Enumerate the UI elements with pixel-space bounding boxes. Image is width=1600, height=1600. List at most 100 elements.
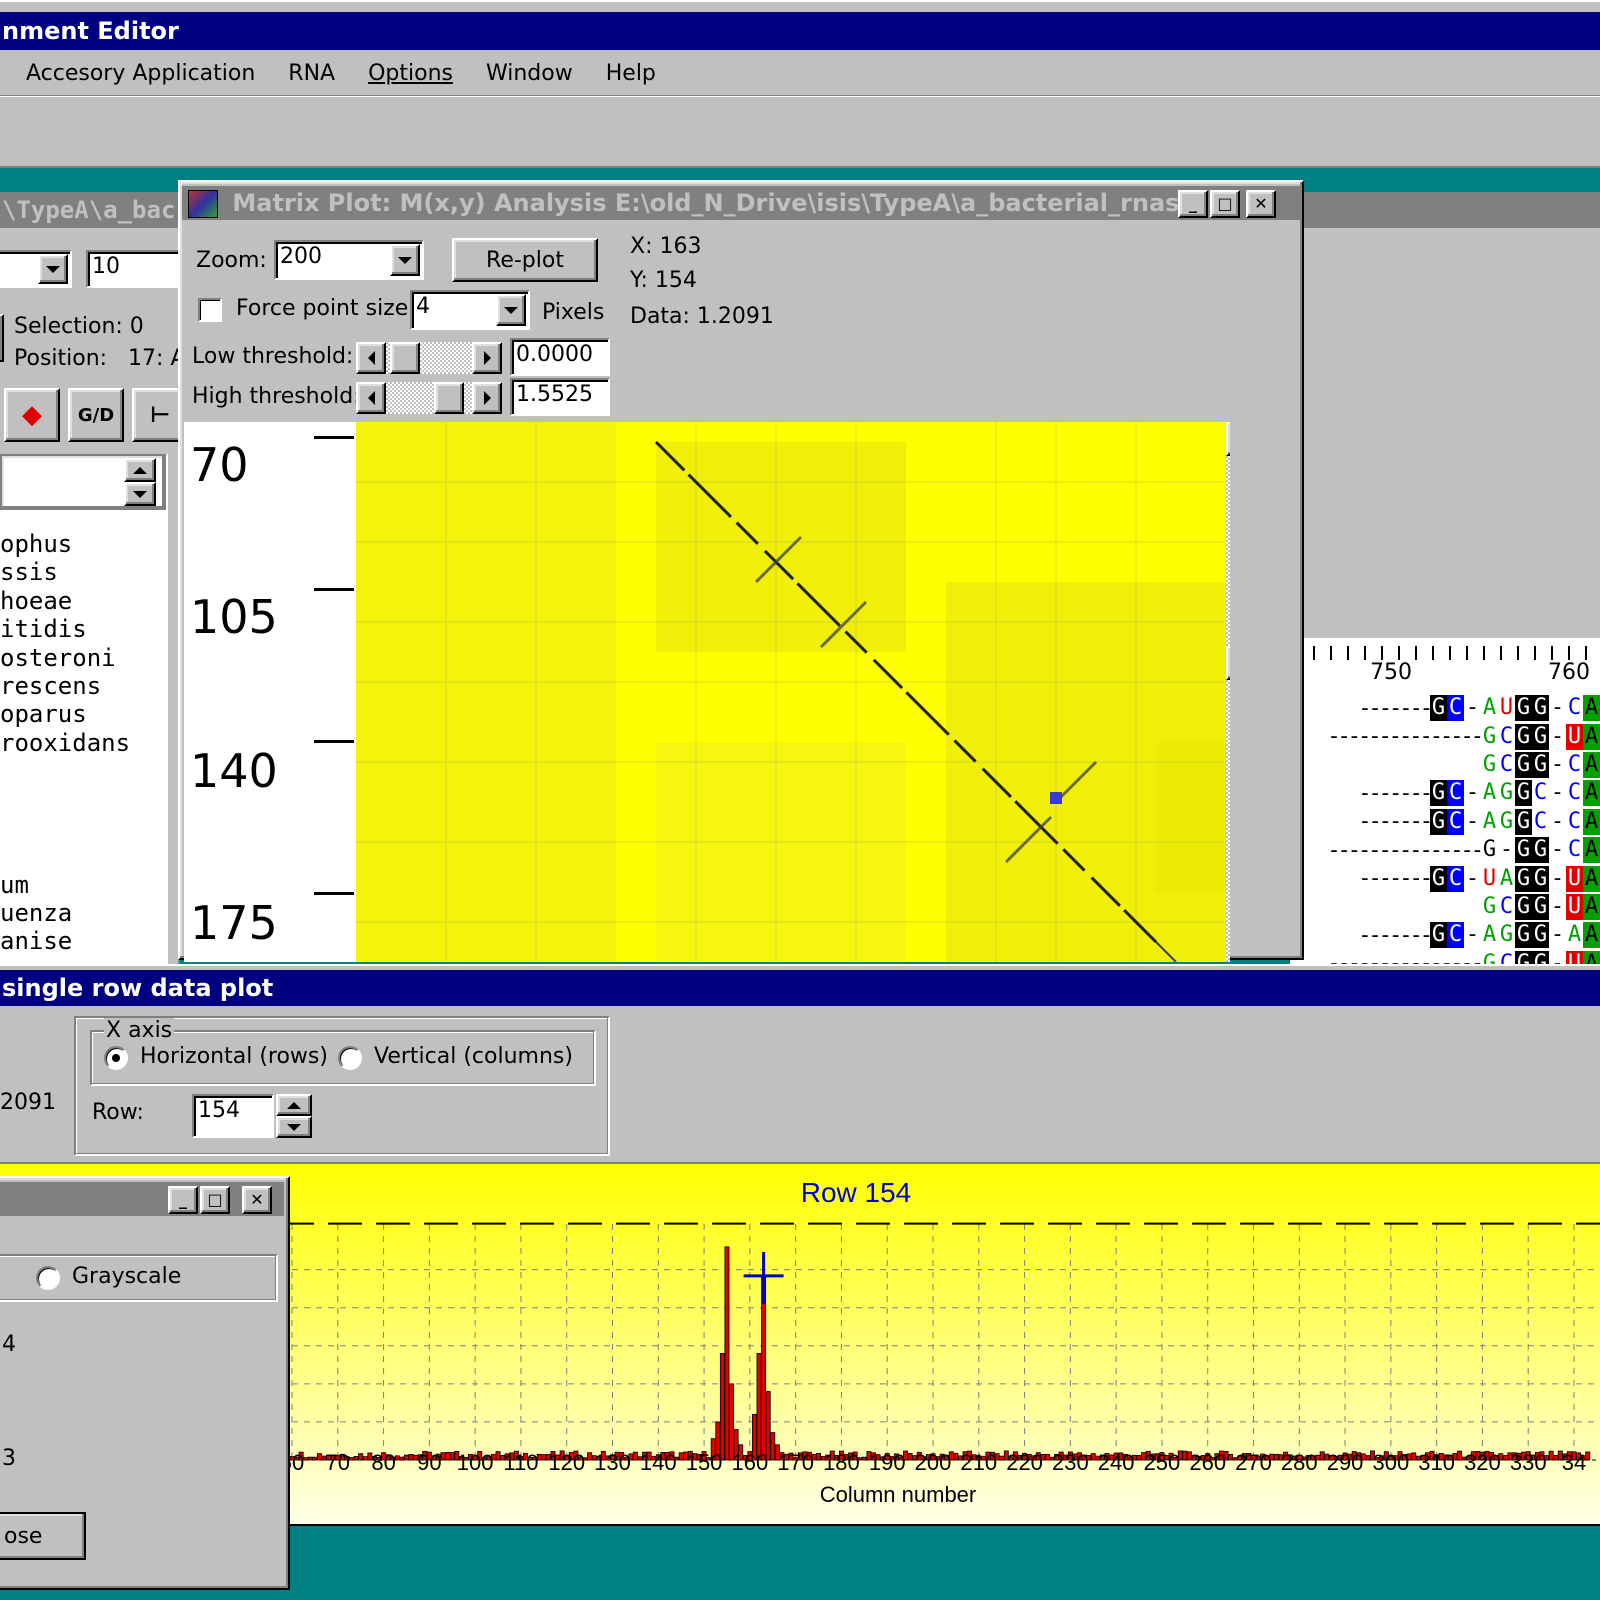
- row-field[interactable]: 154: [192, 1094, 274, 1138]
- nucleotide-cell[interactable]: -: [1549, 724, 1566, 750]
- nucleotide-cell[interactable]: G: [1515, 865, 1532, 892]
- nucleotide-cell[interactable]: U: [1498, 695, 1515, 721]
- low-slider-thumb[interactable]: [390, 342, 420, 374]
- nucleotide-cell[interactable]: G: [1430, 865, 1447, 892]
- nucleotide-cell[interactable]: C: [1498, 894, 1515, 920]
- nucleotide-cell[interactable]: A: [1583, 837, 1600, 864]
- nucleotide-cell[interactable]: -: [1549, 809, 1566, 835]
- nucleotide-cell[interactable]: C: [1498, 724, 1515, 750]
- nucleotide-cell[interactable]: G: [1532, 865, 1549, 892]
- nucleotide-cell[interactable]: G: [1430, 780, 1447, 807]
- nucleotide-cell[interactable]: G: [1498, 780, 1515, 806]
- nucleotide-cell[interactable]: C: [1447, 695, 1464, 722]
- force-point-checkbox[interactable]: [198, 298, 222, 322]
- nucleotide-cell[interactable]: G: [1430, 922, 1447, 949]
- nucleotide-cell[interactable]: -: [1549, 894, 1566, 920]
- species-name[interactable]: um: [0, 871, 166, 899]
- nucleotide-cell[interactable]: G: [1515, 893, 1532, 920]
- close-dialog-button[interactable]: ose: [0, 1512, 86, 1560]
- nucleotide-cell[interactable]: C: [1447, 780, 1464, 807]
- nucleotide-cell[interactable]: A: [1583, 808, 1600, 835]
- row-spin-up[interactable]: [276, 1094, 312, 1116]
- menu-rna[interactable]: RNA: [288, 61, 335, 86]
- species-name[interactable]: itidis: [0, 615, 166, 643]
- nucleotide-cell[interactable]: G: [1532, 893, 1549, 920]
- nucleotide-cell[interactable]: G: [1515, 780, 1532, 807]
- nucleotide-cell[interactable]: G: [1430, 695, 1447, 722]
- nucleotide-cell[interactable]: C: [1532, 809, 1549, 835]
- nucleotide-cell[interactable]: G: [1481, 752, 1498, 778]
- species-name[interactable]: uenza: [0, 899, 166, 927]
- radio-horizontal[interactable]: [104, 1046, 128, 1070]
- high-threshold-slider[interactable]: [356, 382, 502, 414]
- nucleotide-cell[interactable]: -: [1464, 780, 1481, 806]
- menu-window[interactable]: Window: [486, 61, 573, 86]
- species-list[interactable]: ophus ssis hoeae itidis osteroni rescens oparu…: [0, 530, 166, 956]
- nucleotide-cell[interactable]: G: [1481, 724, 1498, 750]
- nucleotide-cell[interactable]: G: [1532, 837, 1549, 864]
- nucleotide-cell[interactable]: G: [1515, 808, 1532, 835]
- nucleotide-cell[interactable]: C: [1447, 922, 1464, 949]
- nucleotide-cell[interactable]: A: [1583, 865, 1600, 892]
- nucleotide-cell[interactable]: G: [1498, 922, 1515, 948]
- nucleotide-cell[interactable]: A: [1481, 922, 1498, 948]
- species-scroll-up[interactable]: [124, 458, 156, 482]
- nucleotide-cell[interactable]: G: [1515, 695, 1532, 722]
- matrix-heatmap[interactable]: [356, 422, 1226, 962]
- nucleotide-cell[interactable]: U: [1566, 893, 1583, 920]
- nucleotide-cell[interactable]: -: [1549, 837, 1566, 863]
- zoom-combo[interactable]: 200: [274, 240, 424, 280]
- high-slider-left[interactable]: [356, 382, 386, 414]
- row-spin-down[interactable]: [276, 1116, 312, 1138]
- nucleotide-cell[interactable]: -: [1464, 809, 1481, 835]
- nucleotide-cell[interactable]: U: [1566, 723, 1583, 750]
- maximize-button[interactable]: □: [200, 1186, 230, 1214]
- nucleotide-cell[interactable]: G: [1515, 723, 1532, 750]
- nucleotide-cell[interactable]: A: [1583, 893, 1600, 920]
- point-size-combo[interactable]: 4: [410, 290, 530, 330]
- species-name[interactable]: [0, 757, 166, 785]
- chevron-down-icon[interactable]: [38, 254, 68, 284]
- nucleotide-cell[interactable]: -: [1549, 866, 1566, 892]
- species-name[interactable]: osteroni: [0, 644, 166, 672]
- nucleotide-cell[interactable]: -: [1464, 866, 1481, 892]
- nucleotide-cell[interactable]: G: [1515, 751, 1532, 778]
- nucleotide-cell[interactable]: A: [1583, 723, 1600, 750]
- nucleotide-cell[interactable]: G: [1532, 751, 1549, 778]
- radio-grayscale[interactable]: [36, 1266, 60, 1290]
- nucleotide-cell[interactable]: A: [1583, 695, 1600, 722]
- nucleotide-cell[interactable]: A: [1481, 695, 1498, 721]
- nucleotide-cell[interactable]: G: [1481, 894, 1498, 920]
- left-combo[interactable]: [0, 250, 72, 288]
- low-slider-right[interactable]: [472, 342, 502, 374]
- nucleotide-cell[interactable]: U: [1566, 865, 1583, 892]
- nucleotide-cell[interactable]: A: [1583, 780, 1600, 807]
- species-name[interactable]: ssis: [0, 558, 166, 586]
- nucleotide-cell[interactable]: -: [1549, 922, 1566, 948]
- species-name[interactable]: hoeae: [0, 587, 166, 615]
- nucleotide-cell[interactable]: U: [1481, 866, 1498, 892]
- nucleotide-cell[interactable]: A: [1481, 780, 1498, 806]
- nucleotide-cell[interactable]: -: [1464, 922, 1481, 948]
- nucleotide-cell[interactable]: -: [1498, 837, 1515, 863]
- nucleotide-cell[interactable]: C: [1447, 808, 1464, 835]
- window-size-field[interactable]: 10: [86, 250, 182, 288]
- nucleotide-cell[interactable]: G: [1481, 837, 1498, 863]
- low-threshold-field[interactable]: 0.0000: [510, 338, 610, 376]
- high-slider-thumb[interactable]: [434, 382, 464, 414]
- scroll-thumb[interactable]: [1226, 646, 1230, 680]
- maximize-button[interactable]: □: [1210, 190, 1240, 218]
- nucleotide-cell[interactable]: -: [1549, 695, 1566, 721]
- species-name[interactable]: anise: [0, 927, 166, 955]
- nucleotide-cell[interactable]: G: [1532, 723, 1549, 750]
- nucleotide-cell[interactable]: -: [1549, 780, 1566, 806]
- nucleotide-cell[interactable]: C: [1447, 865, 1464, 892]
- chevron-down-icon[interactable]: [496, 294, 526, 326]
- matrix-plot-area[interactable]: 70 105 140 175: [184, 422, 1230, 962]
- scroll-up-arrow[interactable]: [1226, 422, 1230, 456]
- nucleotide-cell[interactable]: G: [1430, 808, 1447, 835]
- nucleotide-cell[interactable]: C: [1566, 809, 1583, 835]
- close-button[interactable]: ✕: [242, 1186, 272, 1214]
- nucleotide-cell[interactable]: C: [1532, 780, 1549, 806]
- gd-tool-button[interactable]: G/D: [68, 388, 124, 442]
